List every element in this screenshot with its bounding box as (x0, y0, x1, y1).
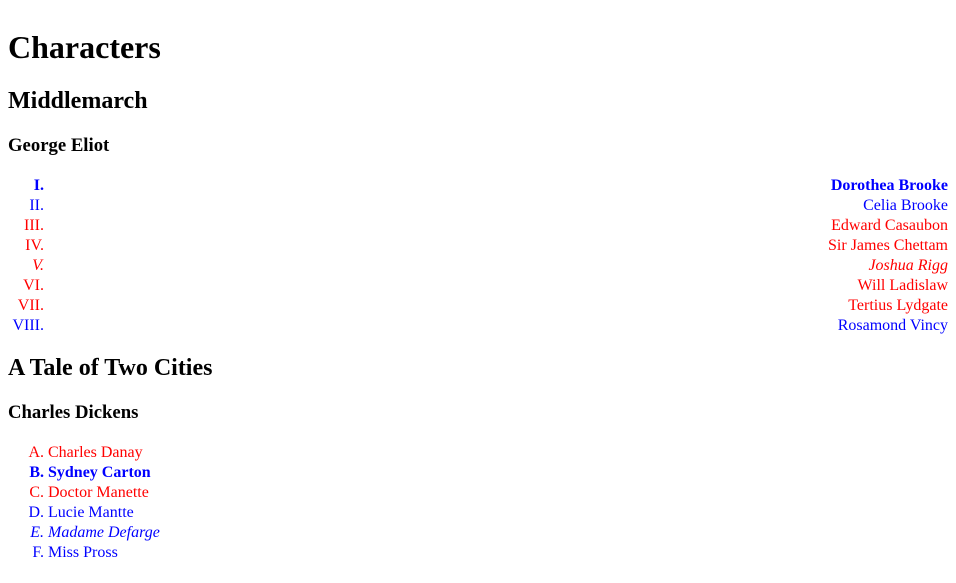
list-item[interactable]: Dorothea Brooke (48, 176, 948, 196)
book-author: Charles Dickens (8, 402, 139, 424)
books-container: Middlemarch George Eliot Dorothea BrookeCe… (8, 88, 948, 563)
book-title: Middlemarch (8, 87, 148, 114)
list-item[interactable]: Madame Defarge (48, 523, 948, 543)
document-body: { "page": { "title": "Characters" }, "co… (0, 0, 956, 583)
book-author: George Eliot (8, 134, 110, 156)
book-title: A Tale of Two Cities (8, 355, 213, 382)
list-item[interactable]: Miss Pross (48, 543, 948, 563)
list-item[interactable]: Sydney Carton (48, 463, 948, 483)
character-list: Dorothea BrookeCelia BrookeEdward Casaub… (8, 176, 948, 336)
book-section: Middlemarch George Eliot Dorothea BrookeCe… (8, 88, 948, 336)
list-item[interactable]: Joshua Rigg (48, 256, 948, 276)
list-item[interactable]: Tertius Lydgate (48, 296, 948, 316)
list-item[interactable]: Doctor Manette (48, 483, 948, 503)
book-section: A Tale of Two Cities Charles Dickens Charl… (8, 355, 948, 563)
list-item[interactable]: Will Ladislaw (48, 276, 948, 296)
list-item[interactable]: Celia Brooke (48, 196, 948, 216)
list-item[interactable]: Charles Danay (48, 443, 948, 463)
list-item[interactable]: Edward Casaubon (48, 216, 948, 236)
list-item[interactable]: Rosamond Vincy (48, 316, 948, 336)
page-title: Characters (8, 29, 161, 66)
character-list: Charles DanaySydney CartonDoctor Manette… (8, 443, 948, 563)
list-item[interactable]: Lucie Mantte (48, 503, 948, 523)
list-item[interactable]: Sir James Chettam (48, 236, 948, 256)
